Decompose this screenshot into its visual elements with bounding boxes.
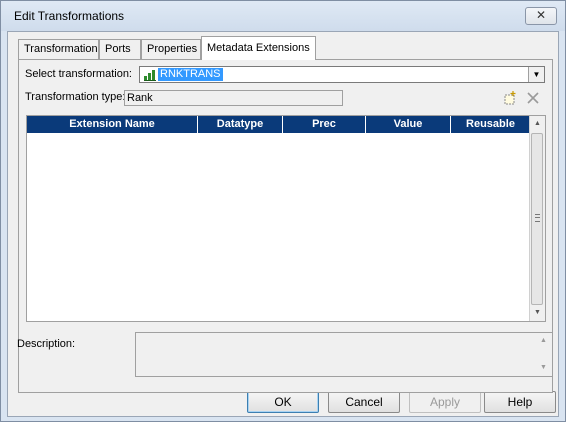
tab-label: Ports: [105, 43, 131, 55]
scroll-up-icon[interactable]: ▲: [536, 333, 551, 349]
grip-icon: [535, 214, 540, 222]
description-scrollbar[interactable]: ▲ ▼: [536, 333, 552, 376]
tab-properties[interactable]: Properties: [141, 39, 201, 59]
ok-button[interactable]: OK: [247, 391, 319, 413]
selected-transformation-value: RNKTRANS: [158, 68, 223, 81]
transformation-type-field: Rank: [124, 90, 343, 106]
tab-metadata-extensions[interactable]: Metadata Extensions: [201, 36, 316, 60]
column-header-datatype[interactable]: Datatype: [198, 116, 283, 133]
transformation-type-label: Transformation type:: [25, 91, 126, 103]
grid-header: Extension Name Datatype Prec Value Reusa…: [27, 116, 530, 133]
column-header-extension-name[interactable]: Extension Name: [27, 116, 198, 133]
scroll-up-icon[interactable]: ▲: [530, 116, 545, 132]
scroll-thumb[interactable]: [531, 133, 543, 305]
close-icon: ✕: [535, 8, 547, 22]
cancel-button[interactable]: Cancel: [328, 391, 400, 413]
column-header-reusable[interactable]: Reusable: [451, 116, 530, 133]
title-bar: Edit Transformations ✕: [1, 1, 565, 31]
new-item-icon[interactable]: [503, 91, 517, 105]
scroll-down-icon[interactable]: ▼: [536, 360, 551, 376]
column-header-prec[interactable]: Prec: [283, 116, 366, 133]
tab-label: Metadata Extensions: [207, 42, 310, 54]
tab-label: Transformation: [24, 43, 98, 55]
delete-icon[interactable]: [526, 91, 540, 105]
metadata-extensions-grid[interactable]: Extension Name Datatype Prec Value Reusa…: [26, 115, 546, 322]
metadata-extensions-panel: Select transformation: RNKTRANS ▼ Transf…: [17, 59, 553, 393]
column-header-value[interactable]: Value: [366, 116, 451, 133]
select-transformation-dropdown[interactable]: RNKTRANS ▼: [139, 66, 545, 83]
edit-transformations-dialog: Edit Transformations ✕ Transformation Po…: [0, 0, 566, 422]
rank-transformation-icon: [144, 70, 156, 81]
tab-transformation[interactable]: Transformation: [18, 39, 99, 59]
select-transformation-label: Select transformation:: [25, 68, 132, 80]
description-field[interactable]: ▲ ▼: [135, 332, 553, 377]
grid-vertical-scrollbar[interactable]: ▲ ▼: [529, 116, 545, 321]
description-label: Description:: [17, 338, 76, 350]
chevron-down-icon[interactable]: ▼: [528, 67, 544, 82]
tab-ports[interactable]: Ports: [99, 39, 141, 59]
dialog-client-area: Transformation Ports Properties Metadata…: [7, 31, 559, 417]
scroll-down-icon[interactable]: ▼: [530, 305, 545, 321]
help-button[interactable]: Help: [484, 391, 556, 413]
dialog-title: Edit Transformations: [14, 9, 125, 23]
apply-button[interactable]: Apply: [409, 391, 481, 413]
close-button[interactable]: ✕: [525, 7, 557, 25]
tab-label: Properties: [147, 43, 198, 55]
